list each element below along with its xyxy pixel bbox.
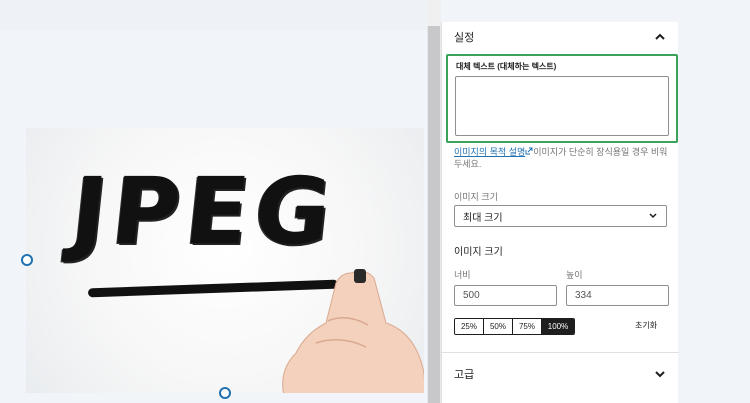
panel-divider xyxy=(442,352,679,353)
advanced-panel-header[interactable]: 고급 xyxy=(454,366,667,382)
reset-button[interactable]: 초기화 xyxy=(635,320,657,331)
width-input[interactable]: 500 xyxy=(454,285,557,306)
block-settings-sidebar: 실정 대체 텍스트 (대체하는 텍스트) 이미지의 목적 설명 이미지가 단순히 … xyxy=(441,22,679,403)
height-input[interactable]: 334 xyxy=(566,285,669,306)
resize-handle-bottom[interactable] xyxy=(219,387,231,399)
resize-handle-left[interactable] xyxy=(21,254,33,266)
scale-50-button[interactable]: 50% xyxy=(484,319,513,334)
size-label: 이미지 크기 xyxy=(454,192,498,202)
scale-75-button[interactable]: 75% xyxy=(513,319,542,334)
right-gutter xyxy=(678,0,750,403)
dimensions-title: 이미지 크기 xyxy=(454,247,503,258)
alt-text-input[interactable] xyxy=(455,76,669,136)
scale-toggle-group: 25% 50% 75% 100% xyxy=(454,318,575,335)
height-label: 높이 xyxy=(566,270,583,280)
selected-image[interactable]: JPEG xyxy=(26,128,424,393)
editor-canvas: JPEG xyxy=(0,0,427,403)
canvas-scrollbar[interactable] xyxy=(427,26,441,403)
settings-panel-header[interactable]: 실정 xyxy=(454,29,667,45)
canvas-top-area xyxy=(0,0,427,30)
chevron-up-icon[interactable] xyxy=(653,30,667,44)
chevron-down-icon[interactable] xyxy=(653,367,667,381)
sidebar-top-area xyxy=(441,0,678,22)
scrollbar-thumb[interactable] xyxy=(428,26,440,403)
hand-illustration xyxy=(282,269,424,393)
image-size-value: 최대 크기 xyxy=(463,212,503,224)
image-size-select[interactable]: 최대 크기 xyxy=(454,205,667,227)
alt-text-label: 대체 텍스트 (대체하는 텍스트) xyxy=(456,62,557,71)
chevron-down-icon xyxy=(649,213,657,219)
advanced-title: 고급 xyxy=(454,369,475,381)
alt-text-help: 이미지의 목적 설명 이미지가 단순히 장식용일 경우 비워두세요. xyxy=(454,146,668,170)
jpeg-lettering: JPEG xyxy=(66,158,342,265)
alt-text-control: 대체 텍스트 (대체하는 텍스트) xyxy=(446,54,678,143)
alt-purpose-link[interactable]: 이미지의 목적 설명 xyxy=(454,147,525,157)
width-label: 너비 xyxy=(454,270,471,280)
settings-title: 실정 xyxy=(454,32,475,44)
scale-100-button[interactable]: 100% xyxy=(542,319,574,334)
scale-25-button[interactable]: 25% xyxy=(455,319,484,334)
